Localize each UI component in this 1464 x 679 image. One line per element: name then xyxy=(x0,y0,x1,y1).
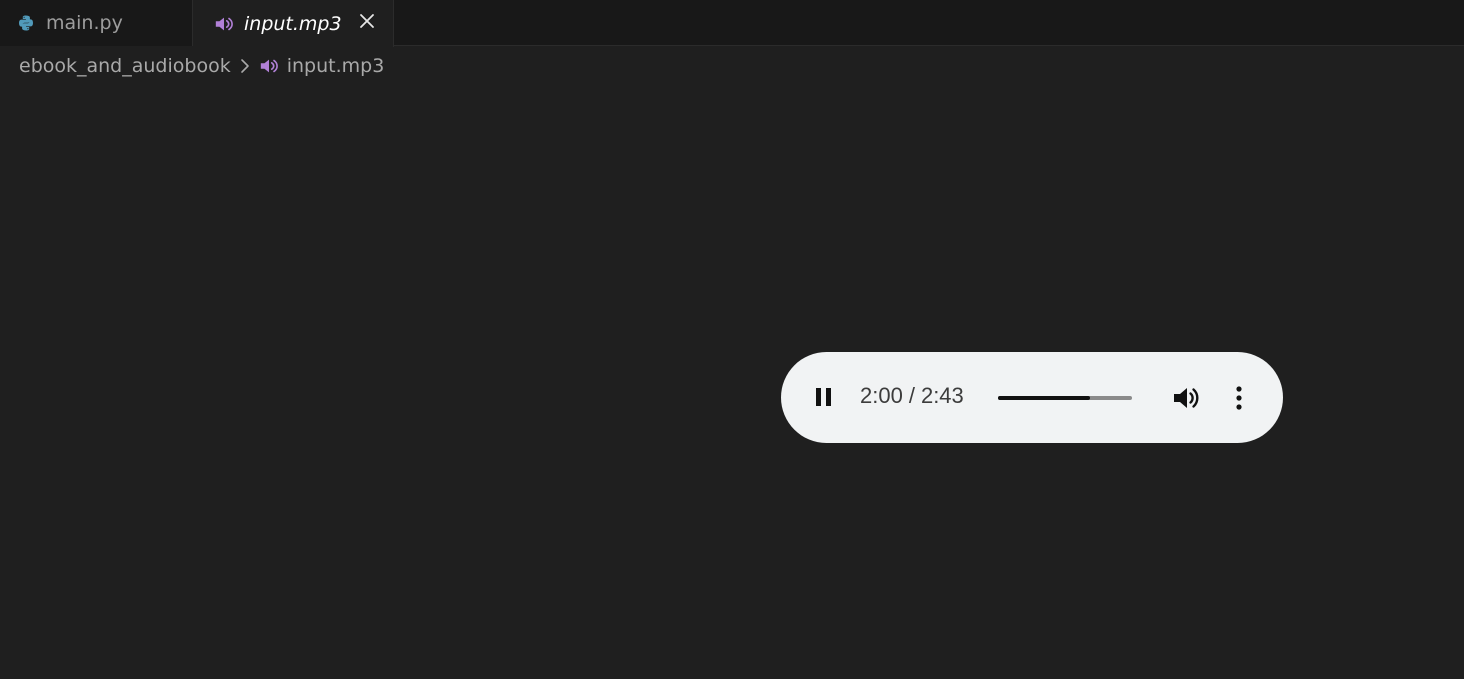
duration: 2:43 xyxy=(920,383,964,408)
more-options-button[interactable] xyxy=(1224,382,1254,414)
breadcrumb: ebook_and_audiobook input.mp3 xyxy=(19,52,384,80)
audio-file-icon xyxy=(214,14,234,34)
breadcrumb-folder[interactable]: ebook_and_audiobook xyxy=(19,55,231,77)
python-file-icon xyxy=(16,13,36,33)
breadcrumb-file[interactable]: input.mp3 xyxy=(259,55,385,77)
audio-file-icon xyxy=(259,56,279,76)
close-icon xyxy=(360,14,374,28)
current-time: 2:00 xyxy=(860,383,903,408)
audio-player: 2:00 / 2:43 xyxy=(781,352,1283,443)
more-vertical-icon xyxy=(1236,386,1242,410)
tab-main-py[interactable]: main.py xyxy=(0,0,193,46)
tab-input-mp3[interactable]: input.mp3 xyxy=(193,0,394,47)
pause-icon xyxy=(816,388,831,406)
breadcrumb-file-label: input.mp3 xyxy=(286,55,385,77)
time-display: 2:00 / 2:43 xyxy=(860,383,964,409)
seek-progress-fill xyxy=(998,396,1091,400)
chevron-right-icon xyxy=(235,56,255,76)
volume-icon xyxy=(1174,388,1199,408)
seek-slider[interactable] xyxy=(998,392,1132,404)
tab-label: input.mp3 xyxy=(244,12,342,35)
editor-tab-bar: main.py input.mp3 xyxy=(0,0,1464,47)
time-separator: / xyxy=(908,383,915,408)
volume-button[interactable] xyxy=(1170,382,1202,414)
pause-button[interactable] xyxy=(807,380,841,414)
tab-label: main.py xyxy=(46,12,123,34)
close-tab-button[interactable] xyxy=(355,9,379,33)
